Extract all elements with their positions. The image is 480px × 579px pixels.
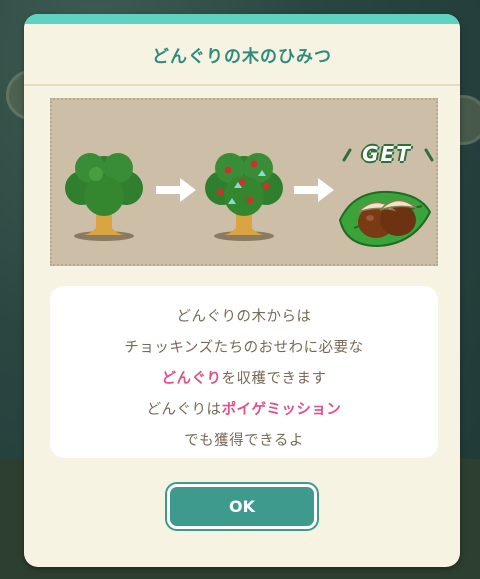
message-text: どんぐりは xyxy=(146,402,222,418)
fruiting-tree-icon xyxy=(205,153,283,241)
arrow-right-icon xyxy=(156,178,196,202)
message-box: どんぐりの木からは チョッキンズたちのおせわに必要な どんぐりを収穫できます ど… xyxy=(50,286,438,458)
tree-icon xyxy=(65,153,143,241)
illustration-panel: GET xyxy=(50,98,438,266)
message-line-1: どんぐりの木からは xyxy=(176,309,312,325)
message-line-5: でも獲得できるよ xyxy=(184,433,304,449)
dialog-title: どんぐりの木のひみつ xyxy=(152,47,332,67)
sparkle-lines-icon xyxy=(342,148,434,162)
ok-button[interactable]: OK xyxy=(167,484,317,529)
message-line-4: どんぐりはポイゲミッション xyxy=(50,398,438,419)
title-divider xyxy=(24,84,460,86)
acorns-on-leaf-icon xyxy=(338,190,432,248)
message-line-3: どんぐりを収穫できます xyxy=(50,367,438,388)
highlight-acorn: どんぐり xyxy=(161,371,222,387)
message-line-2: チョッキンズたちのおせわに必要な xyxy=(124,340,364,356)
highlight-poi-mission: ポイゲミッション xyxy=(221,402,342,418)
arrow-right-icon xyxy=(294,178,334,202)
dialog-top-bar xyxy=(24,14,460,24)
acorn-tree-dialog: どんぐりの木のひみつ GET どんぐりの木からは チョッキンズたちのおせわに必要… xyxy=(24,14,460,567)
message-text: を収穫できます xyxy=(221,371,327,387)
